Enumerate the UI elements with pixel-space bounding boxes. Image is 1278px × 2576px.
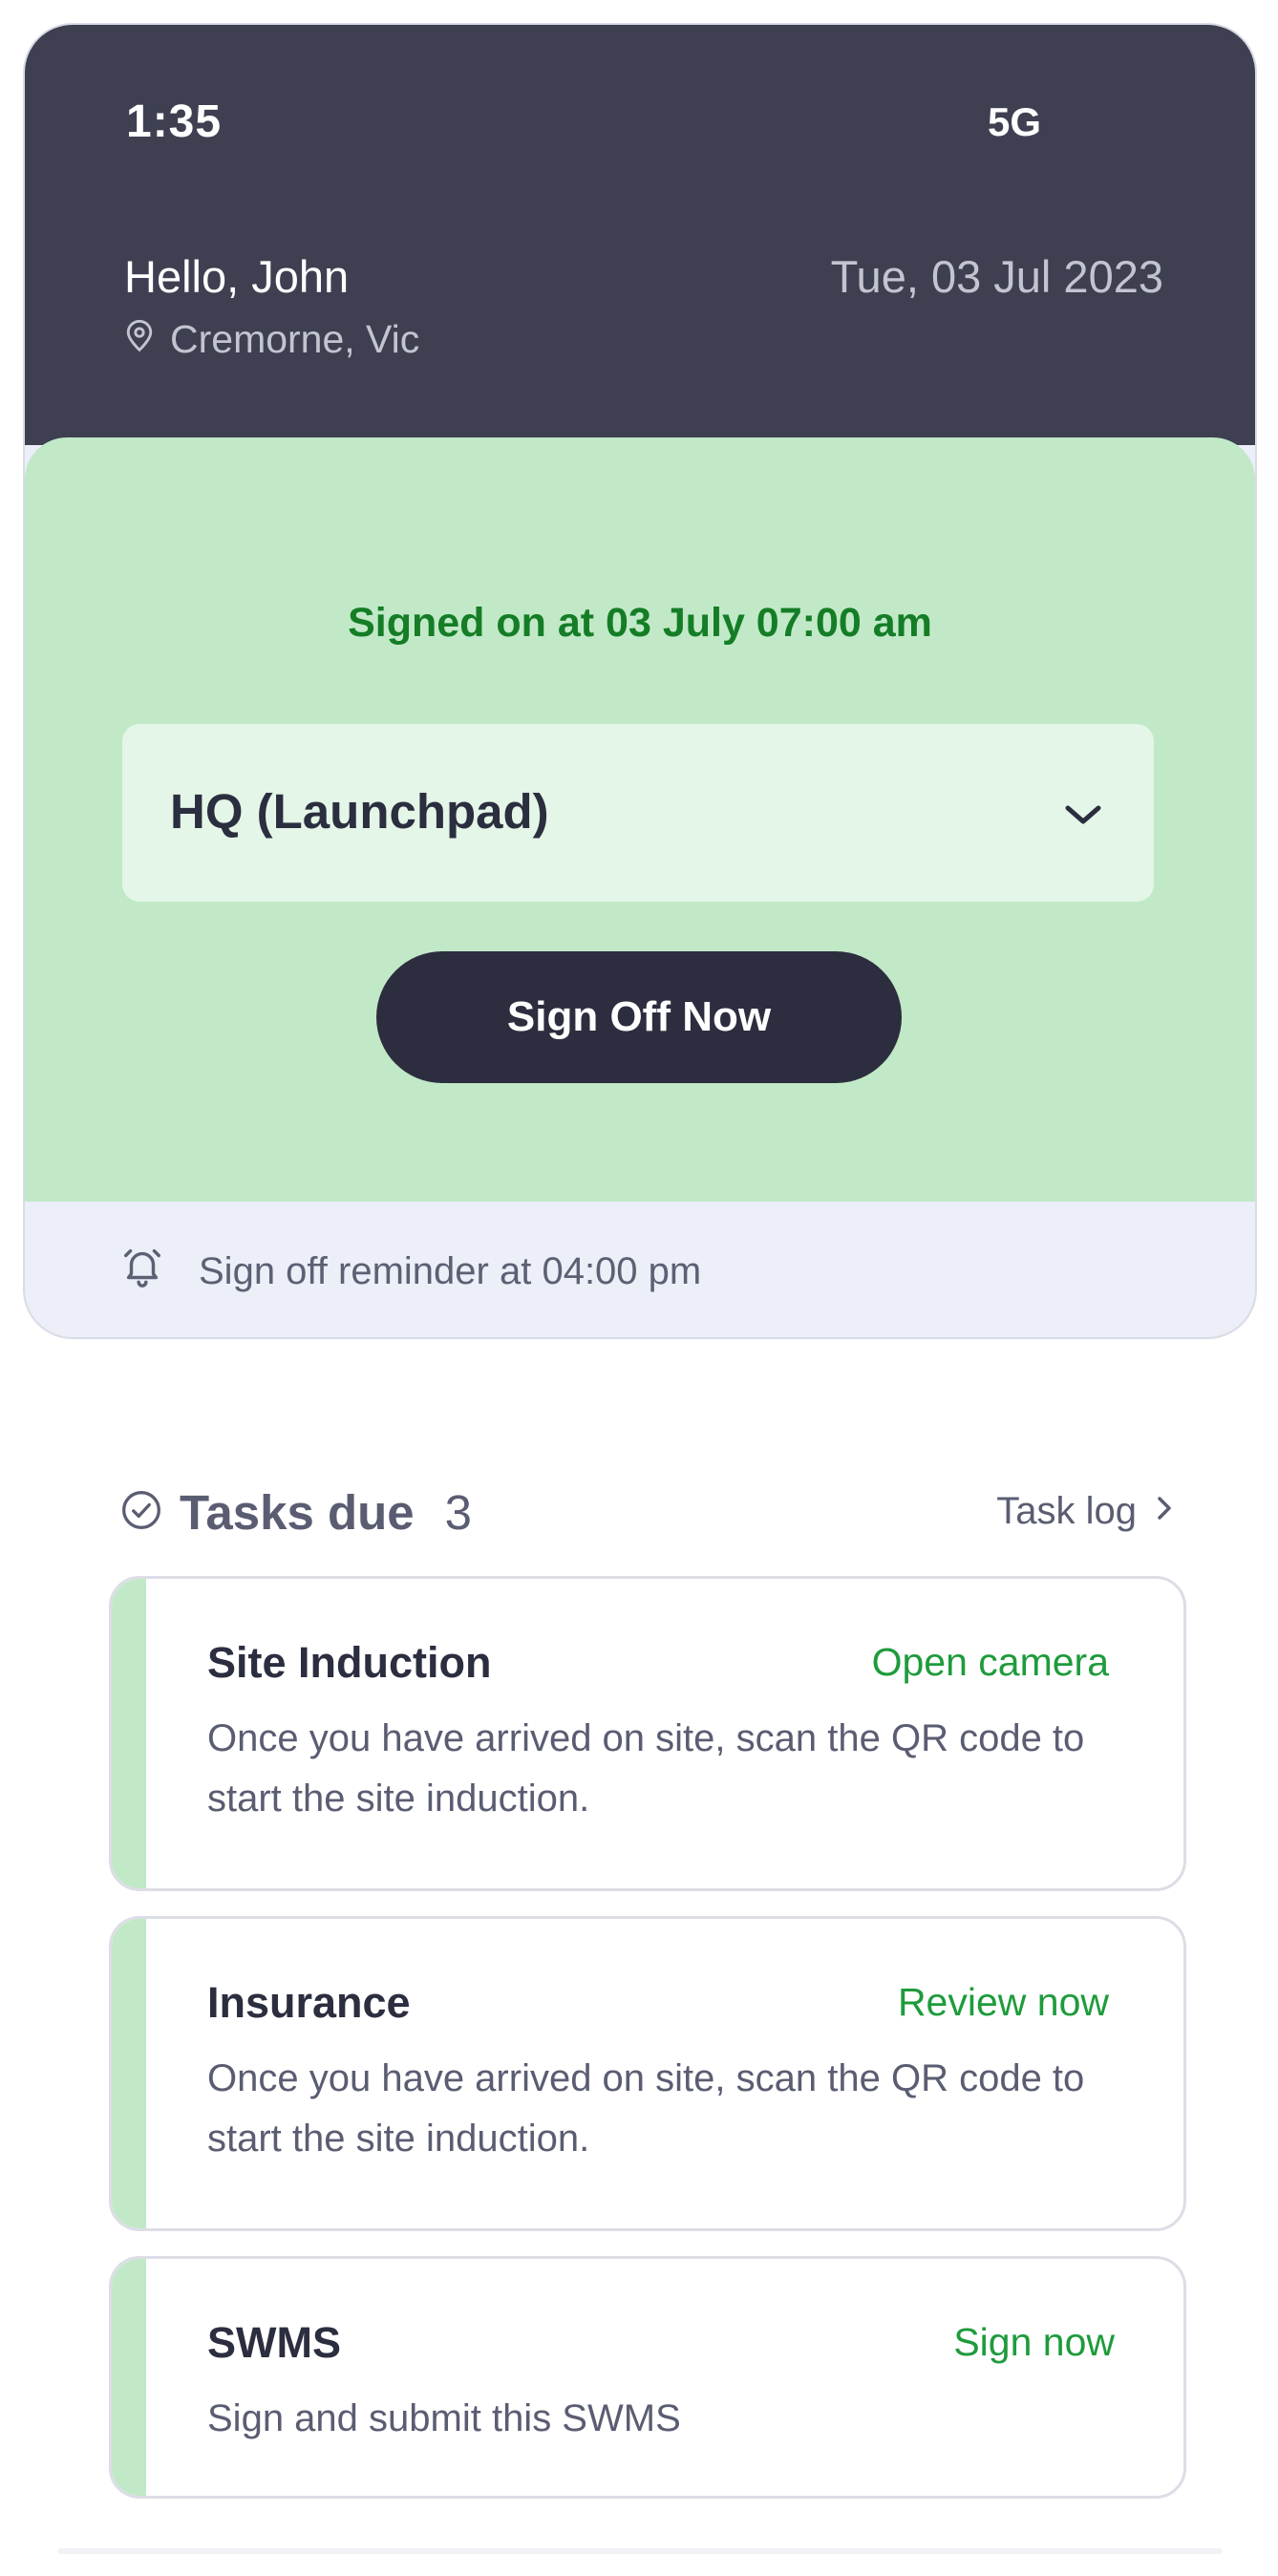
site-dropdown-value: HQ (Launchpad) xyxy=(170,784,549,839)
header: 1:35 5G Hello, John Tue, 03 Jul 2023 Cre… xyxy=(25,25,1255,445)
task-card-insurance[interactable]: Insurance Review now Once you have arriv… xyxy=(109,1916,1186,2231)
sign-now-link[interactable]: Sign now xyxy=(953,2320,1115,2365)
network-indicator: 5G xyxy=(988,99,1042,144)
tasks-title: Tasks due 3 xyxy=(120,1484,472,1541)
greeting: Hello, John xyxy=(124,251,350,302)
task-card-site-induction[interactable]: Site Induction Open camera Once you have… xyxy=(109,1576,1186,1891)
reminder-bar: Sign off reminder at 04:00 pm xyxy=(25,1202,1255,1337)
reminder-text: Sign off reminder at 04:00 pm xyxy=(199,1249,702,1292)
map-pin-icon xyxy=(124,317,155,362)
location-label: Cremorne, Vic xyxy=(170,317,420,361)
bell-icon xyxy=(120,1245,164,1298)
signed-on-status: Signed on at 03 July 07:00 am xyxy=(348,600,932,646)
task-description: Sign and submit this SWMS xyxy=(207,2397,681,2439)
task-log-label: Task log xyxy=(996,1490,1137,1532)
task-title: SWMS xyxy=(207,2318,341,2367)
task-accent xyxy=(112,1919,146,2228)
sign-off-button[interactable]: Sign Off Now xyxy=(376,951,902,1083)
divider xyxy=(57,2548,1223,2554)
home-card: 1:35 5G Hello, John Tue, 03 Jul 2023 Cre… xyxy=(23,23,1257,1339)
chevron-right-icon xyxy=(1154,1490,1175,1533)
chevron-down-icon xyxy=(1060,798,1106,829)
tasks-header: Tasks due 3 Task log xyxy=(120,1484,1175,1545)
open-camera-link[interactable]: Open camera xyxy=(872,1640,1109,1685)
task-description: Once you have arrived on site, scan the … xyxy=(207,1717,1085,1820)
task-accent xyxy=(112,2259,146,2496)
tasks-count: 3 xyxy=(444,1485,473,1540)
task-log-link[interactable]: Task log xyxy=(996,1490,1175,1533)
check-circle-icon xyxy=(120,1489,162,1536)
task-title: Insurance xyxy=(207,1978,411,2027)
location: Cremorne, Vic xyxy=(124,317,419,362)
task-title: Site Induction xyxy=(207,1638,492,1687)
status-time: 1:35 xyxy=(126,96,223,147)
task-description: Once you have arrived on site, scan the … xyxy=(207,2057,1085,2160)
task-accent xyxy=(112,1579,146,1888)
sign-on-panel: Signed on at 03 July 07:00 am HQ (Launch… xyxy=(25,437,1255,1202)
site-dropdown[interactable]: HQ (Launchpad) xyxy=(122,724,1154,902)
review-now-link[interactable]: Review now xyxy=(898,1980,1109,2025)
tasks-title-label: Tasks due xyxy=(180,1485,415,1540)
current-date: Tue, 03 Jul 2023 xyxy=(830,251,1163,302)
task-card-swms[interactable]: SWMS Sign now Sign and submit this SWMS xyxy=(109,2256,1186,2499)
